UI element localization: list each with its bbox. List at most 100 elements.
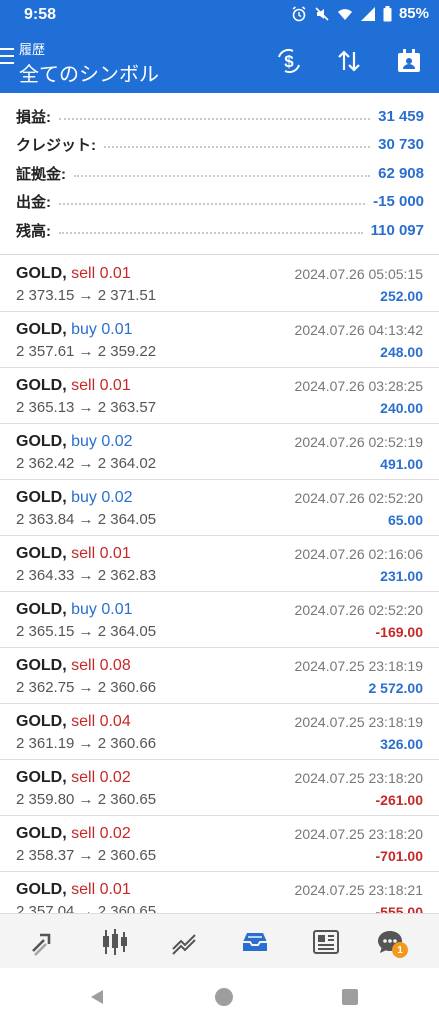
trade-symbol: GOLD, buy 0.01 — [16, 321, 133, 339]
trade-profit: -701.00 — [375, 848, 423, 864]
trade-row[interactable]: GOLD, buy 0.01 2024.07.26 04:13:42 2 357.6… — [0, 312, 439, 368]
trade-symbol: GOLD, sell 0.02 — [16, 825, 131, 843]
sort-button[interactable] — [333, 45, 365, 77]
trade-symbol: GOLD, sell 0.01 — [16, 377, 131, 395]
summary-withdrawal: 出金: -15 000 — [16, 192, 424, 211]
trade-side: sell 0.02 — [71, 769, 131, 786]
trade-profit: 248.00 — [380, 344, 423, 360]
trade-row[interactable]: GOLD, sell 0.01 2024.07.26 03:28:25 2 365.… — [0, 368, 439, 424]
system-navigation — [0, 968, 439, 1024]
summary-credit: クレジット: 30 730 — [16, 135, 424, 154]
clock: 9:58 — [24, 6, 57, 23]
symbol-name: GOLD, — [16, 713, 67, 730]
trade-side: sell 0.01 — [71, 377, 131, 394]
history-icon — [243, 933, 267, 951]
trade-symbol: GOLD, sell 0.01 — [16, 265, 131, 283]
trade-row[interactable]: GOLD, sell 0.02 2024.07.25 23:18:20 2 358.… — [0, 816, 439, 872]
trade-datetime: 2024.07.26 05:05:15 — [294, 266, 423, 282]
trade-datetime: 2024.07.26 02:52:19 — [294, 434, 423, 450]
symbol-name: GOLD, — [16, 265, 67, 282]
trade-datetime: 2024.07.25 23:18:20 — [294, 826, 423, 842]
trade-history-list[interactable]: GOLD, sell 0.01 2024.07.26 05:05:15 2 373.… — [0, 256, 439, 913]
trade-datetime: 2024.07.26 02:52:20 — [294, 602, 423, 618]
chart-icon — [103, 929, 127, 955]
nav-history[interactable] — [235, 922, 275, 962]
nav-quotes[interactable] — [22, 922, 62, 962]
trade-datetime: 2024.07.26 04:13:42 — [294, 322, 423, 338]
status-bar: 9:58 85% — [0, 0, 439, 30]
news-icon — [313, 930, 339, 954]
trade-datetime: 2024.07.26 02:16:06 — [294, 546, 423, 562]
trade-profit: 2 572.00 — [368, 680, 424, 696]
symbol-name: GOLD, — [16, 321, 67, 338]
trade-side: buy 0.02 — [71, 489, 133, 506]
trade-side: buy 0.01 — [71, 601, 133, 618]
nav-chat[interactable]: 1 — [370, 922, 410, 962]
trade-profit: -555.00 — [375, 904, 423, 913]
sort-arrows-icon — [338, 50, 360, 72]
trade-row[interactable]: GOLD, buy 0.02 2024.07.26 02:52:20 2 363.8… — [0, 480, 439, 536]
trade-prices: 2 358.37 → 2 360.65 — [16, 847, 157, 864]
menu-icon[interactable] — [0, 48, 14, 64]
trade-side: sell 0.02 — [71, 825, 131, 842]
trade-row[interactable]: GOLD, sell 0.08 2024.07.25 23:18:19 2 362.… — [0, 648, 439, 704]
trade-profit: 65.00 — [387, 512, 423, 528]
trade-symbol: GOLD, sell 0.02 — [16, 769, 131, 787]
symbol-name: GOLD, — [16, 545, 67, 562]
trade-prices: 2 357.61 → 2 359.22 — [16, 343, 157, 360]
trade-profit: -169.00 — [375, 624, 423, 640]
trade-symbol: GOLD, sell 0.01 — [16, 545, 131, 563]
calendar-icon — [398, 49, 420, 72]
deposit-withdraw-button[interactable]: $ — [273, 45, 305, 77]
trade-prices: 2 357.04 → 2 360.65 — [16, 903, 157, 913]
trade-row[interactable]: GOLD, sell 0.02 2024.07.25 23:18:20 2 359.… — [0, 760, 439, 816]
trade-symbol: GOLD, buy 0.02 — [16, 433, 133, 451]
trade-datetime: 2024.07.25 23:18:21 — [294, 882, 423, 898]
trade-row[interactable]: GOLD, buy 0.01 2024.07.26 02:52:20 2 365.1… — [0, 592, 439, 648]
trade-symbol: GOLD, buy 0.01 — [16, 601, 133, 619]
alarm-icon — [292, 5, 306, 21]
period-button[interactable] — [393, 45, 425, 77]
back-icon[interactable] — [88, 988, 106, 1006]
trade-side: sell 0.01 — [71, 545, 131, 562]
trade-prices: 2 362.75 → 2 360.66 — [16, 679, 157, 696]
symbol-name: GOLD, — [16, 825, 67, 842]
symbol-name: GOLD, — [16, 489, 67, 506]
mute-icon — [315, 6, 329, 21]
signal-icon — [360, 6, 375, 21]
trade-row[interactable]: GOLD, sell 0.01 2024.07.26 05:05:15 2 373.… — [0, 256, 439, 312]
trade-row[interactable]: GOLD, buy 0.02 2024.07.26 02:52:19 2 362.4… — [0, 424, 439, 480]
home-icon[interactable] — [214, 988, 234, 1008]
trade-side: buy 0.02 — [71, 433, 133, 450]
nav-news[interactable] — [306, 922, 346, 962]
trade-symbol: GOLD, sell 0.01 — [16, 881, 131, 899]
trade-datetime: 2024.07.25 23:18:19 — [294, 714, 423, 730]
trade-prices: 2 362.42 → 2 364.02 — [16, 455, 157, 472]
bottom-navigation: 1 — [0, 913, 439, 968]
nav-trade[interactable] — [164, 922, 204, 962]
trade-row[interactable]: GOLD, sell 0.01 2024.07.25 23:18:21 2 357.… — [0, 872, 439, 913]
system-icons: 85% — [291, 5, 429, 22]
wifi-icon — [337, 8, 352, 20]
trade-datetime: 2024.07.25 23:18:19 — [294, 658, 423, 674]
symbol-name: GOLD, — [16, 657, 67, 674]
trade-prices: 2 364.33 → 2 362.83 — [16, 567, 157, 584]
symbol-name: GOLD, — [16, 601, 67, 618]
recents-icon[interactable] — [341, 988, 359, 1006]
trade-prices: 2 361.19 → 2 360.66 — [16, 735, 157, 752]
trade-symbol: GOLD, sell 0.04 — [16, 713, 131, 731]
page-subtitle: 履歴 — [19, 42, 46, 57]
nav-chart[interactable] — [95, 922, 135, 962]
summary-deposit: 証拠金: 62 908 — [16, 164, 424, 183]
symbol-name: GOLD, — [16, 433, 67, 450]
symbol-filter-title[interactable]: 全てのシンボル — [19, 58, 159, 87]
trade-row[interactable]: GOLD, sell 0.01 2024.07.26 02:16:06 2 364.… — [0, 536, 439, 592]
trade-prices: 2 359.80 → 2 360.65 — [16, 791, 157, 808]
trade-symbol: GOLD, sell 0.08 — [16, 657, 131, 675]
account-summary: 損益: 31 459 クレジット: 30 730 証拠金: 62 908 出金: -15… — [0, 93, 439, 255]
trade-side: buy 0.01 — [71, 321, 133, 338]
trade-datetime: 2024.07.26 03:28:25 — [294, 378, 423, 394]
trade-symbol: GOLD, buy 0.02 — [16, 489, 133, 507]
trade-row[interactable]: GOLD, sell 0.04 2024.07.25 23:18:19 2 361.… — [0, 704, 439, 760]
trade-side: sell 0.01 — [71, 265, 131, 282]
